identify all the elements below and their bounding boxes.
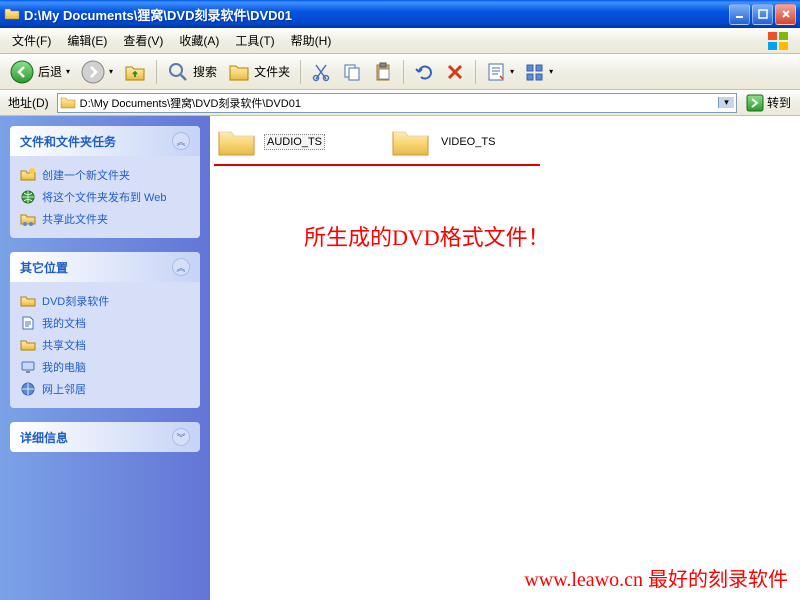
addressbar: 地址(D) D:\My Documents\狸窝\DVD刻录软件\DVD01 ▾… (0, 90, 800, 116)
minimize-button[interactable] (729, 4, 750, 25)
folder-icon (4, 6, 20, 22)
folders-icon (228, 61, 250, 83)
undo-button[interactable] (410, 59, 438, 85)
file-view[interactable]: AUDIO_TS VIDEO_TS 所生成的DVD格式文件！ www.leawo… (210, 116, 800, 600)
highlight-underline (214, 164, 540, 166)
chevron-down-icon: ︾ (172, 428, 190, 446)
window-controls (729, 4, 796, 25)
folder-audio-ts[interactable]: AUDIO_TS (216, 124, 325, 160)
place-dvd-software[interactable]: DVD刻录软件 (20, 290, 190, 312)
address-label: 地址(D) (4, 94, 53, 111)
close-button[interactable] (775, 4, 796, 25)
chevron-up-icon: ︽ (172, 258, 190, 276)
new-folder-icon (20, 167, 36, 183)
menu-tools[interactable]: 工具(T) (227, 29, 282, 52)
windows-logo-icon (760, 30, 796, 52)
other-places-panel: 其它位置 ︽ DVD刻录软件 我的文档 共享文档 我的电脑 网上邻居 (10, 252, 200, 408)
other-places-header[interactable]: 其它位置 ︽ (10, 252, 200, 282)
folder-icon (390, 124, 432, 160)
maximize-button[interactable] (752, 4, 773, 25)
folder-up-icon (124, 61, 146, 83)
paste-button[interactable] (369, 59, 397, 85)
cut-button[interactable] (307, 59, 335, 85)
copy-icon (342, 62, 362, 82)
up-button[interactable] (120, 58, 150, 86)
details-panel: 详细信息 ︾ (10, 422, 200, 452)
undo-icon (414, 62, 434, 82)
forward-icon (81, 60, 105, 84)
watermark-text: www.leawo.cn 最好的刻录软件 (524, 563, 788, 592)
details-header[interactable]: 详细信息 ︾ (10, 422, 200, 452)
search-button[interactable]: 搜索 (163, 58, 221, 86)
place-shared-docs[interactable]: 共享文档 (20, 334, 190, 356)
annotation-text: 所生成的DVD格式文件！ (304, 220, 550, 252)
copy-button[interactable] (338, 59, 366, 85)
address-dropdown[interactable]: ▾ (718, 97, 734, 108)
tasks-panel: 文件和文件夹任务 ︽ 创建一个新文件夹 将这个文件夹发布到 Web 共享此文件夹 (10, 126, 200, 238)
computer-icon (20, 359, 36, 375)
chevron-down-icon: ▾ (66, 67, 70, 76)
properties-button[interactable]: ▾ (482, 59, 518, 85)
menu-favorites[interactable]: 收藏(A) (171, 29, 227, 52)
menu-file[interactable]: 文件(F) (4, 29, 59, 52)
delete-button[interactable] (441, 59, 469, 85)
task-publish-web[interactable]: 将这个文件夹发布到 Web (20, 186, 190, 208)
address-input[interactable]: D:\My Documents\狸窝\DVD刻录软件\DVD01 ▾ (57, 93, 737, 113)
chevron-down-icon: ▾ (109, 67, 113, 76)
paste-icon (373, 62, 393, 82)
task-share-folder[interactable]: 共享此文件夹 (20, 208, 190, 230)
content-area: 文件和文件夹任务 ︽ 创建一个新文件夹 将这个文件夹发布到 Web 共享此文件夹… (0, 116, 800, 600)
properties-icon (486, 62, 506, 82)
folder-video-ts[interactable]: VIDEO_TS (390, 124, 498, 160)
chevron-down-icon: ▾ (549, 67, 553, 76)
place-network[interactable]: 网上邻居 (20, 378, 190, 400)
menu-help[interactable]: 帮助(H) (283, 29, 340, 52)
menu-edit[interactable]: 编辑(E) (59, 29, 115, 52)
search-icon (167, 61, 189, 83)
place-my-documents[interactable]: 我的文档 (20, 312, 190, 334)
go-button[interactable]: 转到 (741, 92, 796, 114)
chevron-down-icon: ▾ (510, 67, 514, 76)
chevron-up-icon: ︽ (172, 132, 190, 150)
sidebar: 文件和文件夹任务 ︽ 创建一个新文件夹 将这个文件夹发布到 Web 共享此文件夹… (0, 116, 210, 600)
cut-icon (311, 62, 331, 82)
network-icon (20, 381, 36, 397)
folder-icon (216, 124, 258, 160)
toolbar: 后退 ▾ ▾ 搜索 文件夹 ▾ ▾ (0, 54, 800, 90)
menu-view[interactable]: 查看(V) (115, 29, 171, 52)
back-icon (10, 60, 34, 84)
folder-icon (20, 293, 36, 309)
folder-icon (60, 95, 76, 111)
share-icon (20, 211, 36, 227)
menubar: 文件(F) 编辑(E) 查看(V) 收藏(A) 工具(T) 帮助(H) (0, 28, 800, 54)
go-icon (746, 94, 764, 112)
tasks-header[interactable]: 文件和文件夹任务 ︽ (10, 126, 200, 156)
shared-folder-icon (20, 337, 36, 353)
task-new-folder[interactable]: 创建一个新文件夹 (20, 164, 190, 186)
globe-icon (20, 189, 36, 205)
views-button[interactable]: ▾ (521, 59, 557, 85)
address-text: D:\My Documents\狸窝\DVD刻录软件\DVD01 (80, 95, 714, 111)
window-title: D:\My Documents\狸窝\DVD刻录软件\DVD01 (24, 5, 729, 24)
documents-icon (20, 315, 36, 331)
delete-icon (445, 62, 465, 82)
place-my-computer[interactable]: 我的电脑 (20, 356, 190, 378)
views-icon (525, 62, 545, 82)
folders-button[interactable]: 文件夹 (224, 58, 294, 86)
back-button[interactable]: 后退 ▾ (6, 57, 74, 87)
titlebar: D:\My Documents\狸窝\DVD刻录软件\DVD01 (0, 0, 800, 28)
forward-button[interactable]: ▾ (77, 57, 117, 87)
